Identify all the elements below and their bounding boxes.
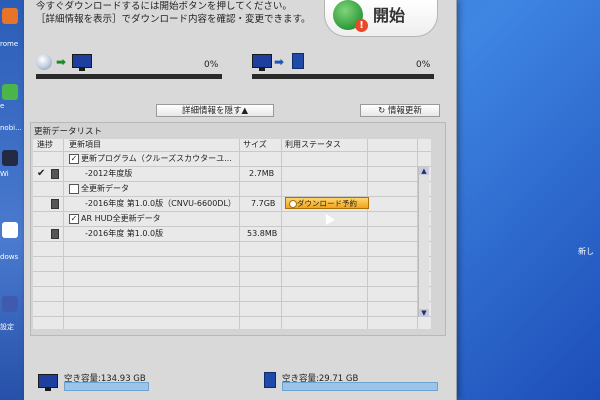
update-data-table: 進捗 更新項目 サイズ 利用ステータス ✓ 更新プログラム（クルーズスカウターユ… xyxy=(33,139,431,329)
table-row[interactable]: ✔ -2012年度版 2.7MB xyxy=(33,166,431,181)
group-checkbox[interactable] xyxy=(69,184,79,194)
toggle-detail-button[interactable]: 詳細情報を隠す▲ xyxy=(156,104,274,117)
start-button-label: 開始 xyxy=(373,6,406,25)
sd-card-icon xyxy=(264,372,276,388)
pc-monitor-icon xyxy=(252,54,272,71)
arrow-right-icon: ➡ xyxy=(274,55,285,69)
table-row[interactable]: -2016年度 第1.0.0版（CNVU-6600DL） 7.7GB ダウンロー… xyxy=(33,196,431,211)
document-icon xyxy=(51,229,59,239)
pc-monitor-icon xyxy=(38,374,58,391)
start-button[interactable]: ! 開始 xyxy=(324,0,438,37)
instructions-text: 今すぐダウンロードするには開始ボタンを押してください。 ［詳細情報を表示］でダウ… xyxy=(36,0,336,26)
transfer-internet-to-pc: ➡ 0% xyxy=(36,48,222,82)
transfer-pc-to-sd: ➡ 0% xyxy=(252,48,434,82)
group-checkbox[interactable]: ✓ xyxy=(69,154,79,164)
list-title: 更新データリスト xyxy=(34,127,103,137)
update-item-name: -2012年度版 xyxy=(85,169,133,178)
download-app-window: 今すぐダウンロードするには開始ボタンを押してください。 ［詳細情報を表示］でダウ… xyxy=(24,0,457,400)
update-item-name: 更新プログラム（クルーズスカウターユ... xyxy=(81,154,232,163)
desktop-label: 設定 xyxy=(0,323,14,331)
sd-card-icon xyxy=(292,53,304,69)
info-icon xyxy=(289,200,297,208)
desktop-icon-strip: rome e nobi... Wi dows 設定 xyxy=(0,0,24,400)
refresh-label: 情報更新 xyxy=(387,106,422,116)
vertical-scrollbar[interactable]: ▲ ▼ xyxy=(418,167,429,317)
free-space-bar xyxy=(282,382,438,391)
row-divider xyxy=(33,316,431,317)
document-icon xyxy=(51,169,59,179)
scroll-up-icon[interactable]: ▲ xyxy=(419,167,429,175)
column-header-progress: 進捗 xyxy=(37,140,53,149)
desktop-label: nobi... xyxy=(0,124,22,132)
row-divider xyxy=(33,256,431,257)
desktop-app-icon[interactable] xyxy=(2,84,18,100)
free-space-pc: 空き容量:134.93 GB xyxy=(38,372,224,391)
document-icon xyxy=(51,199,59,209)
update-item-size: 2.7MB xyxy=(249,169,275,178)
desktop-app-icon[interactable] xyxy=(2,222,18,238)
row-divider xyxy=(33,271,431,272)
instruction-line: 今すぐダウンロードするには開始ボタンを押してください。 xyxy=(36,1,292,12)
download-reserve-label: ダウンロード予約 xyxy=(297,199,357,208)
transfer-progress-bar xyxy=(252,74,434,79)
update-item-size: 7.7GB xyxy=(251,199,276,208)
table-row[interactable]: -2016年度 第1.0.0版 53.8MB xyxy=(33,226,431,241)
toggle-detail-label: 詳細情報を隠す▲ xyxy=(181,106,249,116)
instruction-line: ［詳細情報を表示］でダウンロード内容を確認・変更できます。 xyxy=(36,14,311,25)
table-row[interactable]: ✓ AR HUD全更新データ xyxy=(33,211,431,226)
group-checkbox[interactable]: ✓ xyxy=(69,214,79,224)
transfer-progress-bar xyxy=(36,74,222,79)
desktop-label: Wi xyxy=(0,170,9,178)
desktop-label: rome xyxy=(0,40,19,48)
table-row[interactable]: ✓ 更新プログラム（クルーズスカウターユ... xyxy=(33,151,431,166)
desktop-new-label: 新し xyxy=(578,247,594,256)
arrow-right-icon: ➡ xyxy=(56,55,67,69)
row-divider xyxy=(33,301,431,302)
update-data-list-panel: 更新データリスト 進捗 更新項目 サイズ 利用ステータス ✓ 更新プログラム（ク… xyxy=(30,122,446,336)
free-space-bar xyxy=(64,382,149,391)
transfer-percent: 0% xyxy=(416,60,431,70)
row-divider xyxy=(33,286,431,287)
desktop-app-icon[interactable] xyxy=(2,296,18,312)
desktop-label: e xyxy=(0,102,5,110)
pc-monitor-icon xyxy=(72,54,92,71)
refresh-info-button[interactable]: ↻ 情報更新 xyxy=(360,104,440,117)
checkmark-icon: ✔ xyxy=(37,168,46,179)
update-item-name: 全更新データ xyxy=(81,184,129,193)
column-header-item: 更新項目 xyxy=(69,140,101,149)
row-divider xyxy=(33,241,431,242)
update-item-name: AR HUD全更新データ xyxy=(81,214,161,223)
free-space-sd: 空き容量:29.71 GB xyxy=(264,372,440,391)
refresh-icon: ↻ xyxy=(378,106,388,116)
desktop-app-icon[interactable] xyxy=(2,8,18,24)
column-header-status: 利用ステータス xyxy=(285,140,341,149)
update-item-name: -2016年度 第1.0.0版（CNVU-6600DL） xyxy=(85,199,236,208)
update-item-name: -2016年度 第1.0.0版 xyxy=(85,229,164,238)
update-item-size: 53.8MB xyxy=(247,229,278,238)
download-reserve-button[interactable]: ダウンロード予約 xyxy=(285,197,369,209)
desktop-label: dows xyxy=(0,253,19,261)
table-row[interactable]: 全更新データ xyxy=(33,181,431,196)
start-refresh-icon: ! xyxy=(333,0,368,32)
column-header-size: サイズ xyxy=(243,140,267,149)
transfer-percent: 0% xyxy=(204,60,219,70)
scroll-down-icon[interactable]: ▼ xyxy=(419,309,429,317)
internet-globe-icon xyxy=(36,54,52,70)
desktop-app-icon[interactable] xyxy=(2,150,18,166)
alert-icon: ! xyxy=(355,19,368,32)
